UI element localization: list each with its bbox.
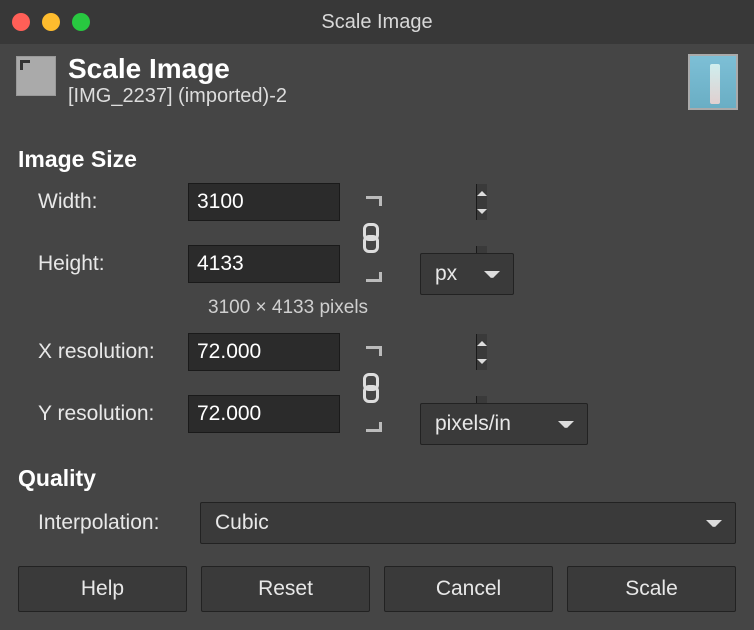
res-link-toggle[interactable] xyxy=(350,344,392,434)
window-minimize-button[interactable] xyxy=(42,13,60,31)
xres-increment-button[interactable] xyxy=(477,334,487,352)
size-unit-select[interactable]: px xyxy=(420,253,514,295)
width-spinner[interactable] xyxy=(188,183,340,221)
xres-label: X resolution: xyxy=(18,340,188,364)
window-close-button[interactable] xyxy=(12,13,30,31)
height-label: Height: xyxy=(18,252,188,276)
dialog-title: Scale Image xyxy=(68,54,287,83)
dimensions-note: 3100 × 4133 pixels xyxy=(208,297,736,319)
image-thumbnail xyxy=(688,54,738,110)
cancel-button[interactable]: Cancel xyxy=(384,566,553,612)
image-size-heading: Image Size xyxy=(18,146,736,173)
xres-input[interactable] xyxy=(189,334,476,370)
xres-decrement-button[interactable] xyxy=(477,352,487,370)
scale-button[interactable]: Scale xyxy=(567,566,736,612)
dialog-subtitle: [IMG_2237] (imported)-2 xyxy=(68,85,287,108)
yres-label: Y resolution: xyxy=(18,402,188,426)
size-unit-value: px xyxy=(435,262,457,286)
width-label: Width: xyxy=(18,190,188,214)
width-decrement-button[interactable] xyxy=(477,202,487,220)
res-unit-value: pixels/in xyxy=(435,412,511,436)
scale-image-icon xyxy=(16,56,56,96)
width-input[interactable] xyxy=(189,184,476,220)
interpolation-value: Cubic xyxy=(215,511,269,535)
dialog-footer: Help Reset Cancel Scale xyxy=(18,566,736,612)
dialog-header: Scale Image [IMG_2237] (imported)-2 xyxy=(0,44,754,114)
res-unit-select[interactable]: pixels/in xyxy=(420,403,588,445)
size-link-toggle[interactable] xyxy=(350,194,392,284)
window-zoom-button[interactable] xyxy=(72,13,90,31)
chevron-down-icon xyxy=(559,421,573,428)
xres-spinner[interactable] xyxy=(188,333,340,371)
width-increment-button[interactable] xyxy=(477,184,487,202)
chevron-down-icon xyxy=(707,520,721,527)
interpolation-label: Interpolation: xyxy=(18,511,200,535)
chain-icon xyxy=(359,223,383,255)
reset-button[interactable]: Reset xyxy=(201,566,370,612)
height-spinner[interactable] xyxy=(188,245,340,283)
chevron-down-icon xyxy=(485,271,499,278)
help-button[interactable]: Help xyxy=(18,566,187,612)
window-title: Scale Image xyxy=(0,11,754,34)
titlebar: Scale Image xyxy=(0,0,754,44)
quality-heading: Quality xyxy=(18,465,736,492)
yres-spinner[interactable] xyxy=(188,395,340,433)
interpolation-select[interactable]: Cubic xyxy=(200,502,736,544)
chain-icon xyxy=(359,373,383,405)
